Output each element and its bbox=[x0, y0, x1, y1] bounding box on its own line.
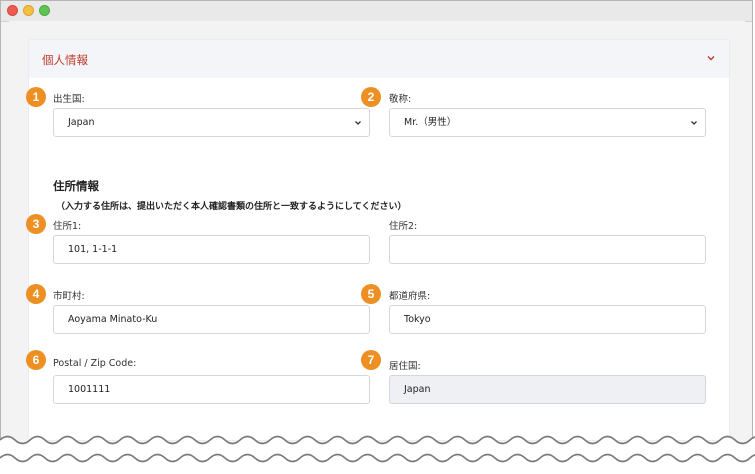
step-badge-3: 3 bbox=[26, 214, 46, 234]
address2-input[interactable] bbox=[389, 235, 706, 264]
close-window-button[interactable] bbox=[7, 5, 18, 16]
step-badge-7: 7 bbox=[361, 350, 381, 370]
address1-input[interactable]: 101, 1-1-1 bbox=[53, 235, 370, 264]
step-badge-5: 5 bbox=[361, 284, 381, 304]
title-value: Mr.（男性） bbox=[404, 117, 457, 128]
select-arrow-icon bbox=[691, 121, 697, 125]
residence-country-value: Japan bbox=[404, 384, 431, 395]
step-badge-1: 1 bbox=[26, 87, 46, 107]
birth-country-label: 出生国: bbox=[53, 94, 85, 105]
step-badge-4: 4 bbox=[26, 284, 46, 304]
step-badge-6: 6 bbox=[26, 350, 46, 370]
address1-label: 住所1: bbox=[53, 221, 82, 232]
section-title: 個人情報 bbox=[42, 53, 88, 67]
page-content: 個人情報 出生国: Japan 敬称: Mr.（男性） 住所情報 （入力する住所… bbox=[9, 21, 745, 461]
browser-window: 個人情報 出生国: Japan 敬称: Mr.（男性） 住所情報 （入力する住所… bbox=[0, 0, 753, 474]
prefecture-input[interactable]: Tokyo bbox=[389, 305, 706, 334]
chevron-down-icon[interactable] bbox=[705, 52, 717, 64]
city-input[interactable]: Aoyama Minato-Ku bbox=[53, 305, 370, 334]
title-bar bbox=[1, 1, 752, 22]
title-select[interactable]: Mr.（男性） bbox=[389, 108, 706, 137]
postal-code-value: 1001111 bbox=[68, 384, 111, 395]
residence-country-label: 居住国: bbox=[389, 361, 421, 372]
step-badge-2: 2 bbox=[361, 87, 381, 107]
address1-value: 101, 1-1-1 bbox=[68, 244, 118, 255]
postal-code-input[interactable]: 1001111 bbox=[53, 375, 370, 404]
postal-code-label: Postal / Zip Code: bbox=[53, 358, 137, 369]
maximize-window-button[interactable] bbox=[39, 5, 50, 16]
torn-edge-decoration bbox=[0, 435, 755, 474]
residence-country-field: Japan bbox=[389, 375, 706, 404]
city-value: Aoyama Minato-Ku bbox=[68, 314, 158, 325]
address-section-heading: 住所情報 bbox=[53, 179, 99, 193]
title-label: 敬称: bbox=[389, 94, 412, 105]
select-arrow-icon bbox=[355, 121, 361, 125]
personal-info-header[interactable]: 個人情報 bbox=[29, 40, 729, 78]
minimize-window-button[interactable] bbox=[23, 5, 34, 16]
prefecture-value: Tokyo bbox=[404, 314, 431, 325]
birth-country-value: Japan bbox=[68, 117, 95, 128]
address-section-note: （入力する住所は、提出いただく本人確認書類の住所と一致するようにしてください） bbox=[56, 202, 407, 212]
prefecture-label: 都道府県: bbox=[389, 291, 431, 302]
city-label: 市町村: bbox=[53, 291, 85, 302]
birth-country-select[interactable]: Japan bbox=[53, 108, 370, 137]
address2-label: 住所2: bbox=[389, 221, 418, 232]
